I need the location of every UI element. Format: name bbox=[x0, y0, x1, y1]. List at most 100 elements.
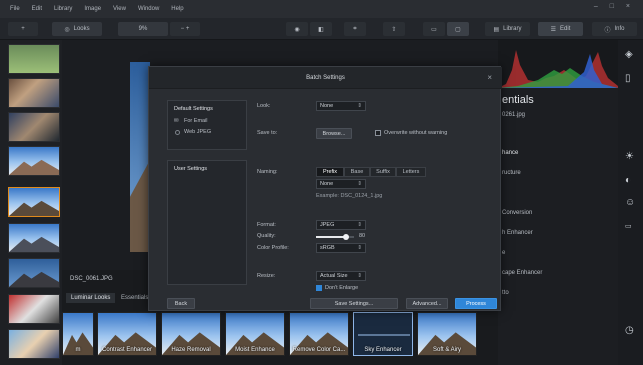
resize-label: Resize: bbox=[257, 273, 276, 279]
filmstrip-thumbnail-selected[interactable] bbox=[8, 187, 60, 217]
filmstrip-view-button[interactable]: ▭ bbox=[423, 22, 445, 36]
batch-settings-dialog: Batch Settings × Default Settings ✉ For … bbox=[148, 66, 502, 311]
filmstrip-thumbnail[interactable] bbox=[8, 223, 60, 253]
window-controls[interactable]: – □ × bbox=[594, 3, 635, 10]
look-thumbnail[interactable]: Soft & Airy bbox=[417, 312, 477, 356]
preset-web-jpeg[interactable]: Web JPEG bbox=[184, 129, 211, 135]
preview-toggle-button[interactable]: ◉ bbox=[286, 22, 308, 36]
color-profile-label: Color Profile: bbox=[257, 245, 289, 251]
filmstrip-icon: ▭ bbox=[431, 26, 437, 33]
info-icon: ⓘ bbox=[604, 27, 611, 34]
look-label: Haze Removal bbox=[171, 347, 211, 353]
library-button[interactable]: ▤ Library bbox=[485, 22, 530, 36]
format-value: JPEG bbox=[320, 222, 335, 228]
menu-edit[interactable]: Edit bbox=[32, 6, 42, 12]
quality-label: Quality: bbox=[257, 233, 276, 239]
naming-tab-prefix[interactable]: Prefix bbox=[316, 167, 344, 177]
filter-item[interactable]: e bbox=[502, 250, 505, 256]
crop-button[interactable]: ⌗ bbox=[344, 22, 366, 36]
quality-slider[interactable] bbox=[316, 234, 354, 240]
dialog-title: Batch Settings bbox=[306, 74, 345, 81]
color-profile-select[interactable]: sRGB ⇕ bbox=[316, 243, 366, 253]
menu-window[interactable]: Window bbox=[138, 6, 159, 12]
look-thumbnail[interactable]: Remove Color Ca... bbox=[289, 312, 349, 356]
zoom-controls[interactable]: − + bbox=[170, 22, 200, 36]
resize-select[interactable]: Actual Size ⇕ bbox=[316, 271, 366, 281]
share-button[interactable]: ⇧ bbox=[383, 22, 405, 36]
user-settings-panel: User Settings bbox=[167, 160, 247, 285]
quality-slider-handle[interactable] bbox=[343, 234, 350, 240]
look-label: m bbox=[75, 347, 81, 353]
default-settings-panel: Default Settings ✉ For Email Web JPEG bbox=[167, 100, 247, 150]
info-label: Info bbox=[614, 26, 625, 32]
filmstrip-thumbnail[interactable] bbox=[8, 112, 60, 142]
plus-icon: + bbox=[21, 26, 25, 32]
looks-button[interactable]: ◎ Looks bbox=[52, 22, 102, 36]
overwrite-checkbox[interactable] bbox=[375, 130, 381, 136]
info-button[interactable]: ⓘ Info bbox=[592, 22, 637, 36]
pro-icon[interactable]: ▭ bbox=[625, 222, 632, 232]
look-thumbnail[interactable]: Haze Removal bbox=[161, 312, 221, 356]
filmstrip-thumbnail[interactable] bbox=[8, 78, 60, 108]
browse-button[interactable]: Browse... bbox=[316, 128, 352, 139]
preset-for-email[interactable]: For Email bbox=[184, 118, 208, 124]
naming-tab-suffix[interactable]: Suffix bbox=[370, 167, 396, 177]
filter-item[interactable]: Conversion bbox=[502, 210, 532, 216]
share-icon: ⇧ bbox=[391, 26, 397, 33]
filter-item[interactable]: cape Enhancer bbox=[502, 270, 542, 276]
back-button[interactable]: Back bbox=[167, 298, 195, 309]
naming-example: Example: DSC_0124_1.jpg bbox=[316, 193, 383, 199]
save-to-label: Save to: bbox=[257, 130, 278, 136]
save-settings-button[interactable]: Save Settings... bbox=[310, 298, 398, 309]
filmstrip-thumbnail[interactable] bbox=[8, 146, 60, 176]
menu-view[interactable]: View bbox=[113, 6, 126, 12]
single-view-button[interactable]: ▢ bbox=[447, 22, 469, 36]
tab-luminar-looks[interactable]: Luminar Looks bbox=[66, 293, 116, 303]
look-thumbnail[interactable]: Moist Enhance bbox=[225, 312, 285, 356]
zoom-value: 9% bbox=[138, 26, 148, 32]
face-icon[interactable]: ☺ bbox=[625, 198, 635, 208]
filter-item[interactable]: ructure bbox=[502, 170, 521, 176]
palette-icon[interactable]: ◐ bbox=[625, 176, 631, 186]
advanced-button[interactable]: Advanced... bbox=[406, 298, 448, 309]
overwrite-label: Overwrite without warning bbox=[384, 130, 448, 136]
look-select[interactable]: None ⇕ bbox=[316, 101, 366, 111]
compare-icon: ◧ bbox=[318, 26, 324, 33]
zoom-select[interactable]: 9% bbox=[118, 22, 168, 36]
filmstrip-thumbnail[interactable] bbox=[8, 329, 60, 359]
look-label: Remove Color Ca... bbox=[292, 347, 346, 353]
sun-icon[interactable]: ☀ bbox=[625, 152, 634, 162]
filter-item[interactable]: tto bbox=[502, 290, 509, 296]
menu-library[interactable]: Library bbox=[54, 6, 72, 12]
preset-radio[interactable] bbox=[175, 130, 180, 135]
add-button[interactable]: + bbox=[8, 22, 38, 36]
look-thumbnail-selected[interactable]: Sky Enhancer bbox=[353, 312, 413, 356]
history-icon[interactable]: ▯ bbox=[625, 74, 631, 84]
clock-icon[interactable]: ◷ bbox=[625, 326, 634, 336]
layers-icon[interactable]: ◈ bbox=[625, 50, 633, 60]
naming-label: Naming: bbox=[257, 169, 278, 175]
compare-button[interactable]: ◧ bbox=[310, 22, 332, 36]
color-profile-value: sRGB bbox=[320, 245, 335, 251]
menu-help[interactable]: Help bbox=[171, 6, 183, 12]
close-icon[interactable]: × bbox=[487, 73, 492, 82]
menu-file[interactable]: File bbox=[10, 6, 20, 12]
format-select[interactable]: JPEG ⇕ bbox=[316, 220, 366, 230]
filter-item[interactable]: h Enhancer bbox=[502, 230, 533, 236]
dont-enlarge-checkbox[interactable] bbox=[316, 285, 322, 291]
toolbar: + ◎ Looks 9% − + ◉ ◧ ⌗ ⇧ ▭ ▢ ▤ Library ☰… bbox=[0, 18, 643, 40]
filmstrip-thumbnail[interactable] bbox=[8, 44, 60, 74]
look-thumbnail[interactable]: Contrast Enhancer bbox=[97, 312, 157, 356]
look-thumbnail[interactable]: m bbox=[62, 312, 94, 356]
naming-tab-base[interactable]: Base bbox=[344, 167, 370, 177]
process-button[interactable]: Process bbox=[455, 298, 497, 309]
looks-icon: ◎ bbox=[64, 26, 70, 33]
panel-filename: 0261.jpg bbox=[502, 112, 526, 118]
filmstrip-thumbnail[interactable] bbox=[8, 258, 60, 288]
filmstrip-thumbnail[interactable] bbox=[8, 294, 60, 324]
menu-image[interactable]: Image bbox=[84, 6, 101, 12]
naming-tab-letters[interactable]: Letters bbox=[396, 167, 426, 177]
edit-button[interactable]: ☰ Edit bbox=[538, 22, 583, 36]
filter-item[interactable]: hance bbox=[502, 150, 518, 156]
naming-select[interactable]: None ⇕ bbox=[316, 179, 366, 189]
